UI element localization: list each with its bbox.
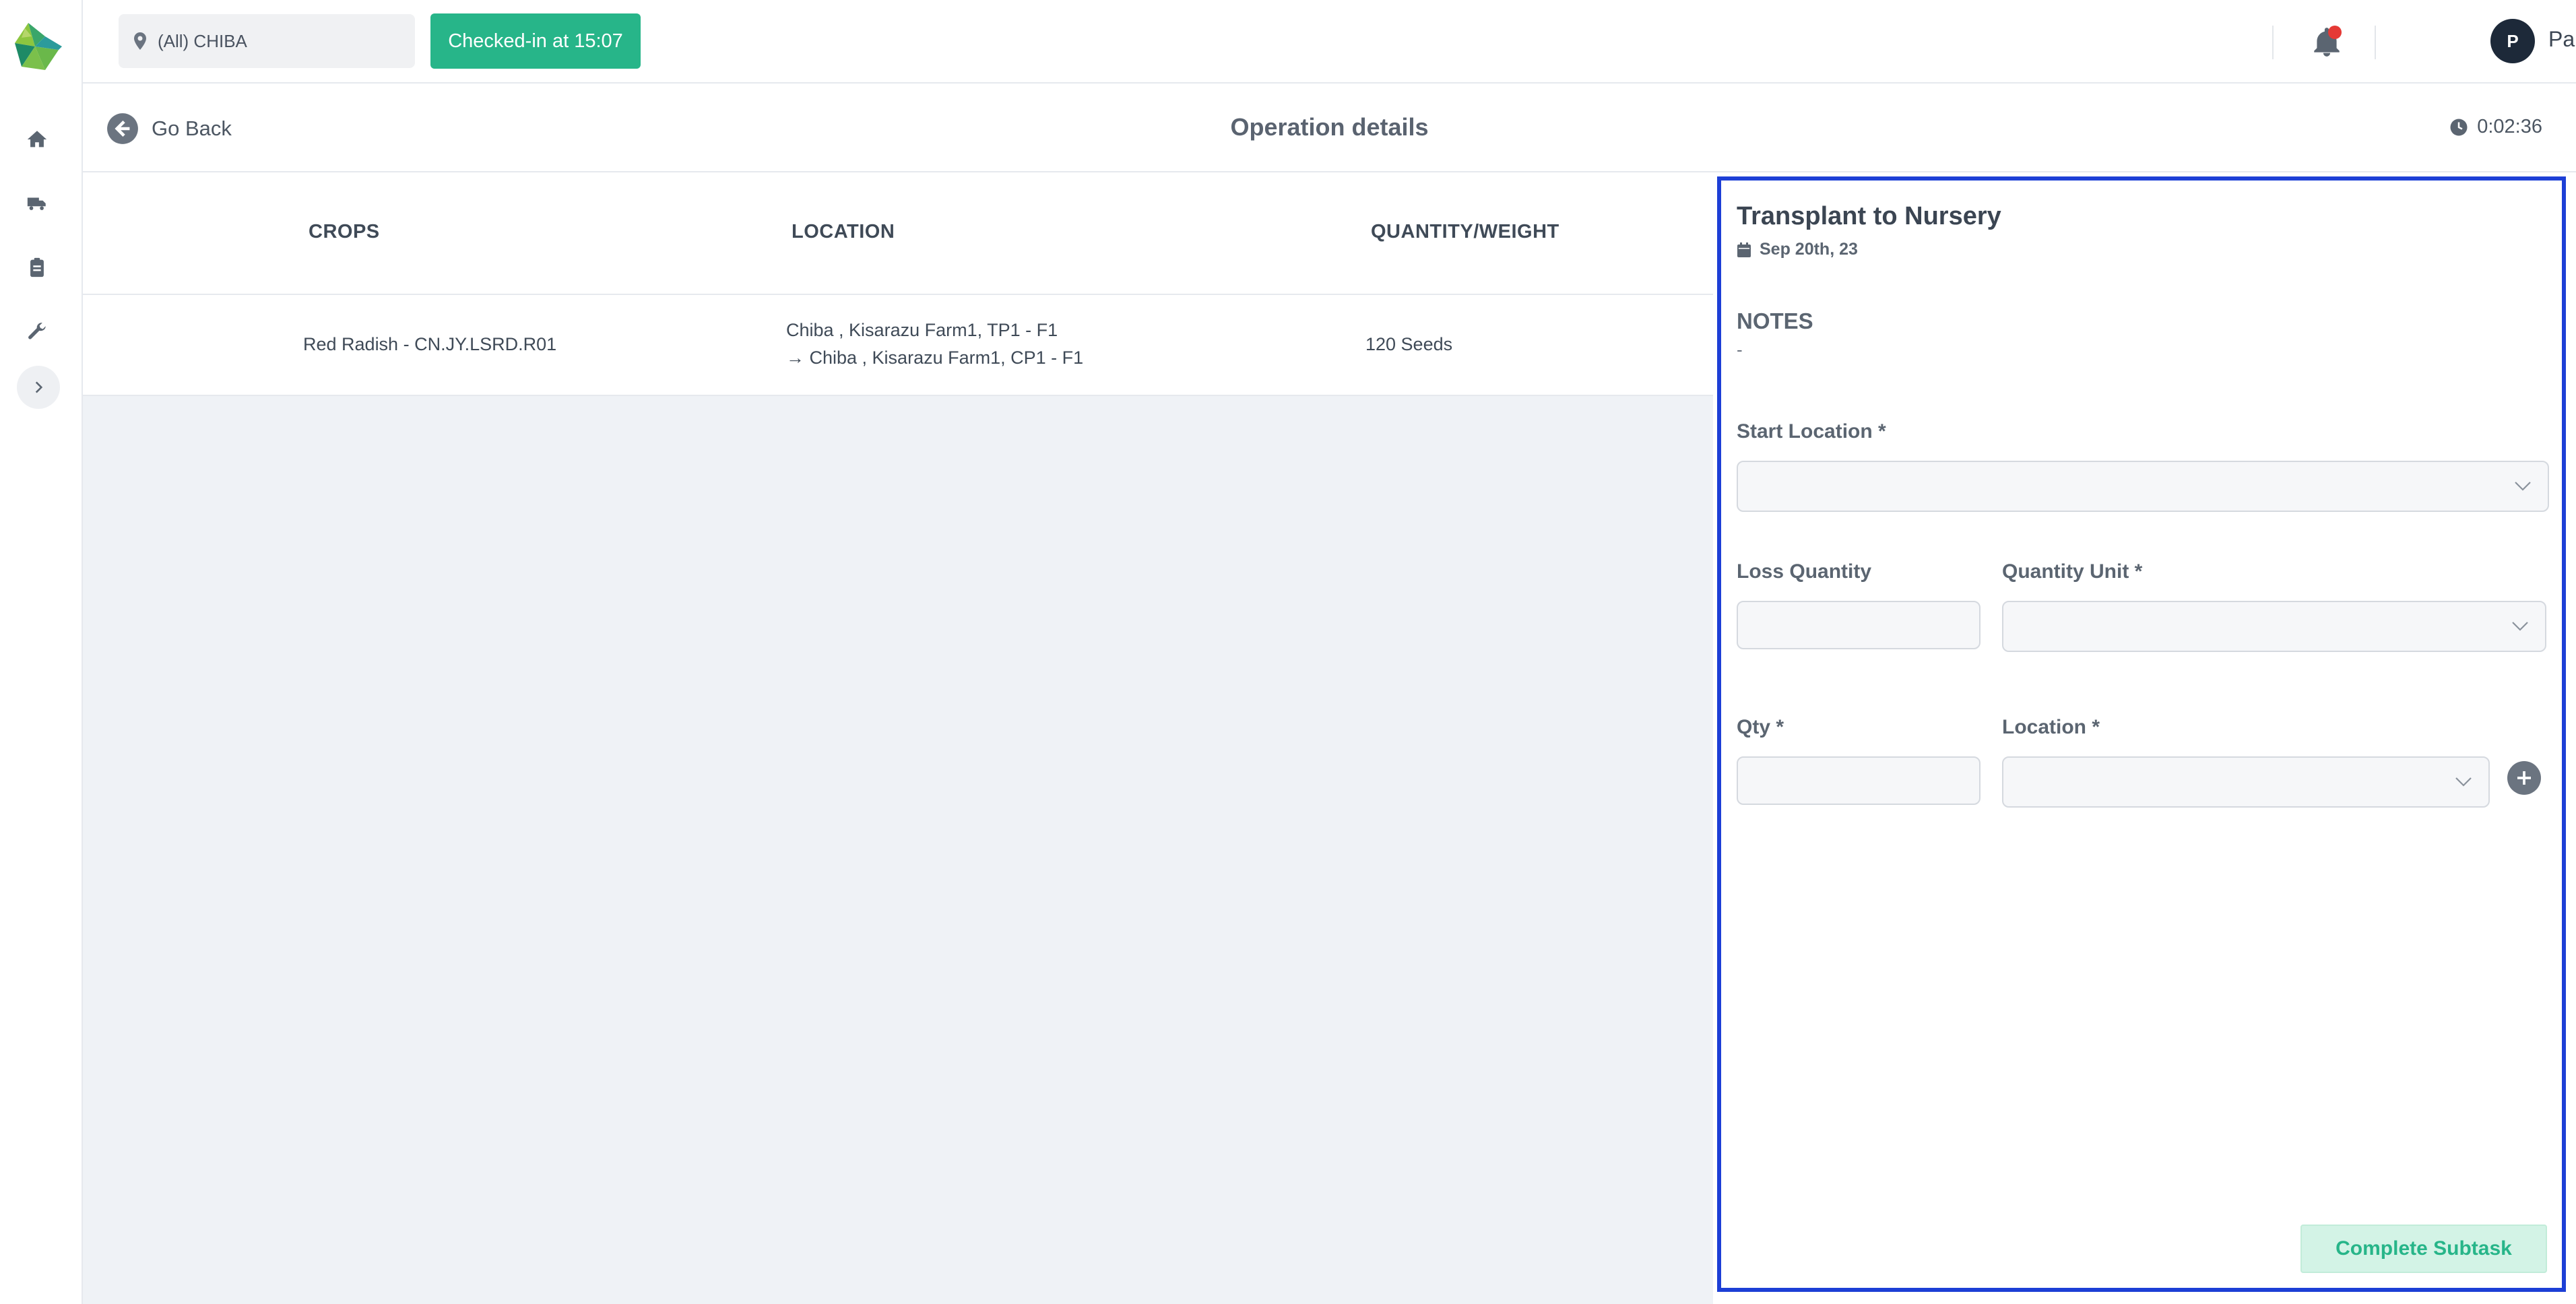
quantity-cell: 120 Seeds [1365, 334, 1453, 354]
user-name[interactable]: Paul [2548, 27, 2576, 52]
top-header: (All) CHIBA Checked-in at 15:07 P Paul [83, 0, 2576, 84]
sidebar [0, 0, 83, 1304]
crop-cell: Red Radish - CN.JY.LSRD.R01 [303, 334, 557, 354]
clipboard-icon[interactable] [26, 256, 49, 279]
loss-quantity-field[interactable] [1737, 601, 1981, 649]
chevron-down-icon [2512, 622, 2528, 631]
table-header: CROPS LOCATION QUANTITY/WEIGHT [83, 172, 1713, 295]
truck-icon[interactable] [26, 192, 49, 215]
sub-header: Go Back Operation details 0:02:36 [83, 84, 2576, 172]
chevron-down-icon [2455, 777, 2472, 787]
brand-logo-icon[interactable] [8, 16, 65, 77]
calendar-icon [1737, 242, 1751, 257]
location-select[interactable] [2002, 756, 2490, 808]
column-header-location: LOCATION [792, 221, 895, 242]
subtask-title: Transplant to Nursery [1737, 202, 2001, 230]
elapsed-timer: 0:02:36 [2449, 116, 2542, 138]
notes-value: - [1737, 339, 1743, 360]
notes-label: NOTES [1737, 308, 1813, 333]
subtask-date-value: Sep 20th, 23 [1760, 240, 1858, 259]
home-icon[interactable] [26, 128, 49, 151]
table-row[interactable]: Red Radish - CN.JY.LSRD.R01 Chiba , Kisa… [83, 295, 1713, 396]
page-title: Operation details [1230, 113, 1429, 141]
location-label: Location * [2002, 716, 2100, 738]
wrench-icon[interactable] [26, 320, 49, 343]
column-header-crops: CROPS [309, 221, 380, 242]
clock-icon [2450, 119, 2468, 135]
header-divider [2375, 26, 2376, 59]
loss-quantity-input[interactable] [1738, 602, 1979, 648]
avatar[interactable]: P [2490, 19, 2535, 63]
plus-icon [2517, 771, 2531, 785]
app-root: (All) CHIBA Checked-in at 15:07 P Paul G… [0, 0, 2576, 1304]
quantity-unit-label: Quantity Unit * [2002, 560, 2143, 583]
complete-subtask-button[interactable]: Complete Subtask [2300, 1225, 2547, 1273]
chevron-down-icon [2515, 482, 2531, 491]
column-header-quantity: QUANTITY/WEIGHT [1371, 221, 1559, 242]
timer-value: 0:02:36 [2477, 116, 2542, 137]
location-from: Chiba , Kisarazu Farm1, TP1 - F1 [786, 320, 1058, 340]
location-pin-icon [134, 32, 146, 50]
loss-quantity-label: Loss Quantity [1737, 560, 1872, 583]
subtask-date: Sep 20th, 23 [1737, 240, 1858, 259]
notification-dot [2328, 26, 2342, 39]
site-select-value: (All) CHIBA [158, 30, 247, 51]
operation-table-area: CROPS LOCATION QUANTITY/WEIGHT Red Radis… [83, 172, 1713, 1304]
start-location-select[interactable] [1737, 461, 2549, 512]
site-select[interactable]: (All) CHIBA [119, 14, 415, 68]
sidebar-expand-button[interactable] [17, 366, 60, 409]
header-divider [2272, 26, 2274, 59]
add-location-button[interactable] [2507, 761, 2541, 795]
location-to: → Chiba , Kisarazu Farm1, CP1 - F1 [786, 348, 1084, 368]
chevron-right-icon [35, 381, 43, 393]
qty-label: Qty * [1737, 716, 1784, 738]
qty-field[interactable] [1737, 756, 1981, 805]
checkin-badge[interactable]: Checked-in at 15:07 [430, 13, 641, 69]
subtask-panel: Transplant to Nursery Sep 20th, 23 NOTES… [1717, 176, 2566, 1292]
start-location-label: Start Location * [1737, 420, 1886, 443]
quantity-unit-select[interactable] [2002, 601, 2546, 652]
qty-input[interactable] [1738, 758, 1979, 804]
location-cell: Chiba , Kisarazu Farm1, TP1 - F1 → Chiba… [786, 317, 1083, 372]
